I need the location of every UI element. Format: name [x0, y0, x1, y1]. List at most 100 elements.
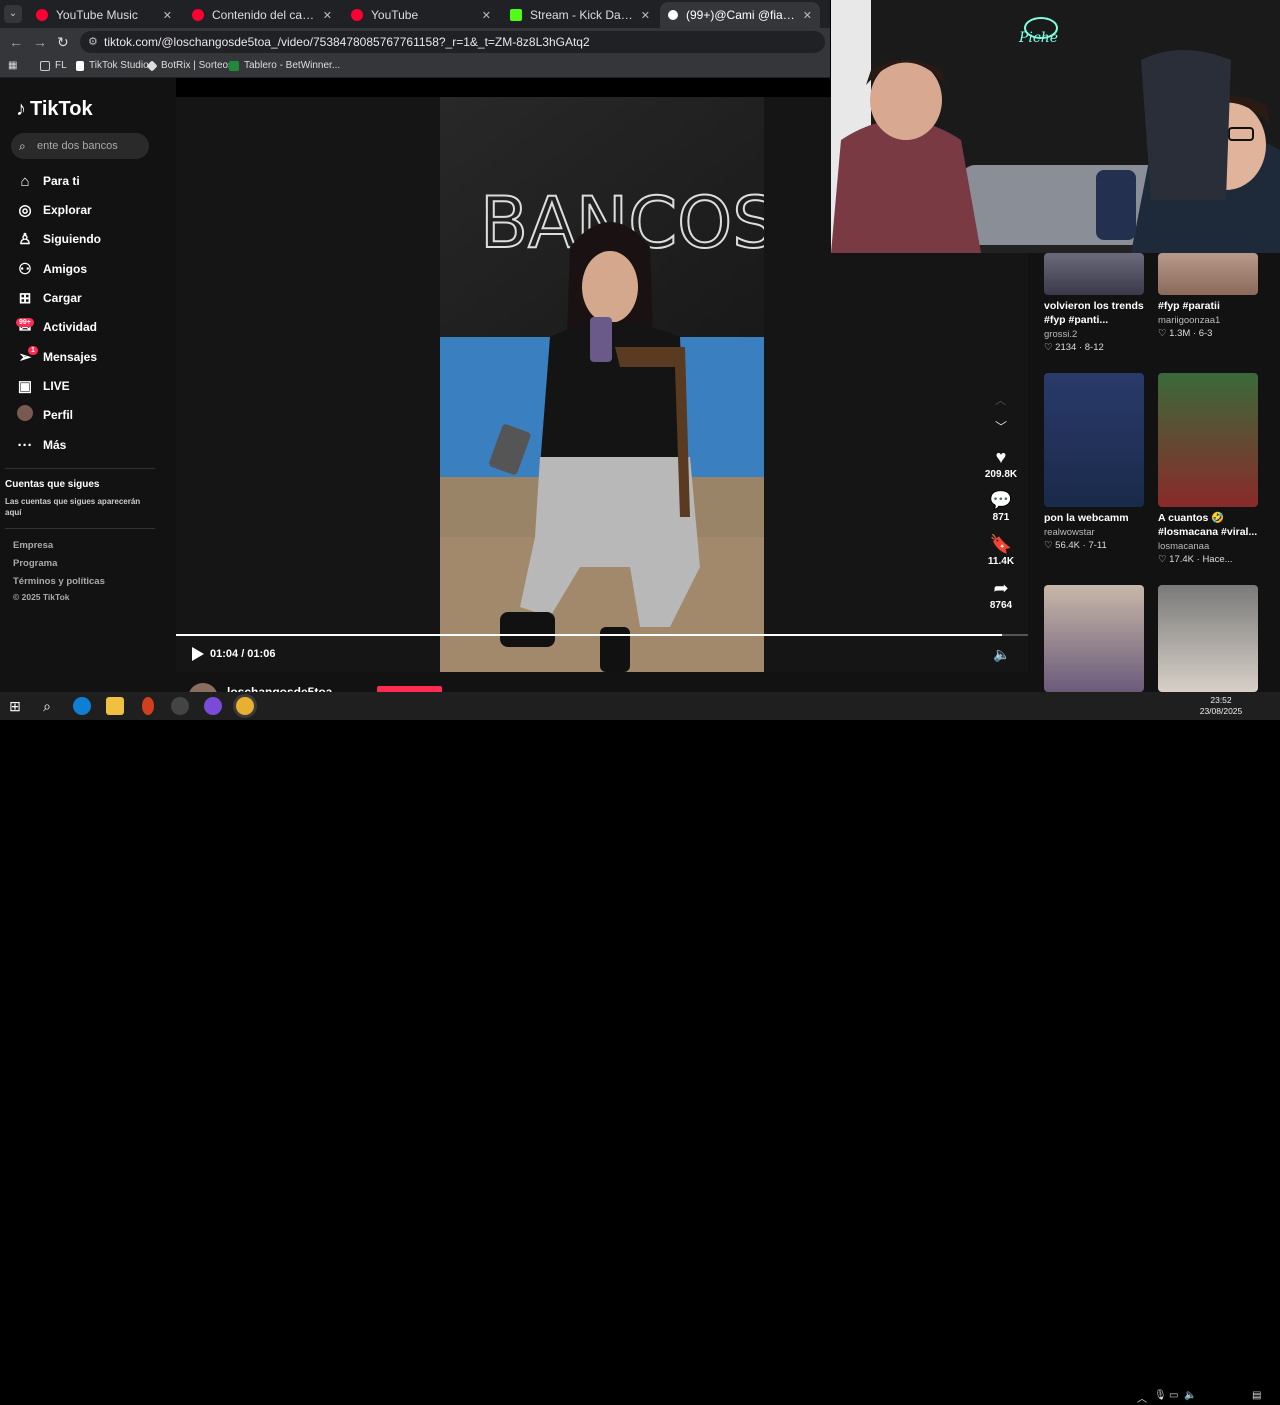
- start-icon[interactable]: ⊞: [6, 697, 24, 715]
- tray-chevron-icon[interactable]: ︿: [1137, 1390, 1147, 1405]
- divider: [5, 468, 155, 469]
- forward-arrow-icon[interactable]: →: [33, 34, 47, 50]
- edge-icon[interactable]: [73, 697, 91, 715]
- video-content: BANCOS: [440, 97, 764, 672]
- nav-label: Para ti: [43, 174, 80, 188]
- bookmark-item[interactable]: TikTok Studio: [76, 60, 149, 71]
- nav-item-explorar[interactable]: ◎ Explorar: [16, 199, 91, 221]
- heart-icon: ♥: [995, 447, 1007, 467]
- browser-tab-active[interactable]: (99+)@Cami @fiamii💗 🌍 ✕: [660, 2, 820, 28]
- nav-item-amigos[interactable]: ⚇ Amigos: [16, 258, 87, 280]
- reload-icon[interactable]: ↻: [57, 34, 69, 51]
- video-thumbnail: [1044, 373, 1144, 507]
- share-count: 8764: [989, 600, 1013, 611]
- clock-date: 23/08/2025: [1199, 706, 1243, 716]
- footer-link-terminos[interactable]: Términos y políticas: [13, 576, 105, 587]
- like-button[interactable]: ♥ 209.8K: [980, 447, 1022, 480]
- bookmark-item[interactable]: BotRix | Sorteos: [146, 59, 233, 72]
- following-section-title: Cuentas que sigues: [5, 479, 100, 490]
- file-explorer-icon[interactable]: [106, 697, 124, 715]
- footer-link-programa[interactable]: Programa: [13, 558, 57, 569]
- friends-icon: ⚇: [18, 261, 32, 278]
- card-user: realwowstar: [1044, 527, 1095, 538]
- nav-item-live[interactable]: ▣ LIVE: [16, 375, 70, 397]
- video-time: 01:04 / 01:06: [210, 648, 276, 660]
- tab-search-button[interactable]: ⌄: [4, 5, 22, 23]
- card-title: pon la webcamm: [1044, 512, 1129, 524]
- save-button[interactable]: 🔖 11.4K: [980, 534, 1022, 567]
- browser-tab[interactable]: Contenido del canal - YouTube ✕: [184, 2, 340, 28]
- speaker-icon[interactable]: 🔈: [1184, 1390, 1196, 1401]
- play-icon[interactable]: [191, 646, 205, 662]
- video-progress-bar[interactable]: [176, 634, 1028, 636]
- tiktok-note-icon: ♪: [16, 98, 26, 120]
- heart-icon: ♡: [1044, 540, 1056, 551]
- neon-sign: Piche: [1018, 30, 1058, 46]
- nav-item-siguiendo[interactable]: ♙ Siguiendo: [16, 228, 101, 250]
- previous-video-icon[interactable]: ︿: [995, 392, 1006, 408]
- logo-text: TikTok: [30, 98, 93, 120]
- nav-item-mas[interactable]: ··· Más: [16, 434, 67, 456]
- search-input[interactable]: ⌕ ente dos bancos: [11, 133, 149, 159]
- profile-icon: [16, 405, 34, 425]
- browser-tab[interactable]: YouTube Music ✕: [28, 2, 180, 28]
- nav-label: Más: [43, 438, 67, 452]
- video-thumbnail: [1158, 585, 1258, 692]
- close-icon[interactable]: ✕: [641, 9, 650, 22]
- nav-item-para-ti[interactable]: ⌂ Para ti: [16, 170, 80, 192]
- youtube-icon: [192, 9, 204, 21]
- bookmark-label: Tablero - BetWinner...: [244, 60, 341, 71]
- bookmark-folder[interactable]: FL: [40, 60, 67, 71]
- app-icon[interactable]: [204, 697, 222, 715]
- apps-grid-icon[interactable]: ▦: [8, 60, 17, 71]
- compass-icon: ◎: [18, 202, 32, 219]
- card-date: 6-3: [1198, 328, 1213, 339]
- recommended-card[interactable]: pon la webcamm realwowstar ♡ 56.4K · 7-1…: [1044, 373, 1154, 551]
- browser-tab[interactable]: YouTube ✕: [343, 2, 499, 28]
- heart-icon: ♡: [1044, 342, 1056, 353]
- close-icon[interactable]: ✕: [163, 9, 172, 22]
- browser-tab-bar: ⌄ YouTube Music ✕ Contenido del canal - …: [0, 0, 830, 28]
- comment-count: 871: [992, 512, 1010, 523]
- mic-icon[interactable]: 🎙: [1154, 1390, 1167, 1401]
- recommended-card[interactable]: #fyp #paratii mariigoonzaa1 ♡ 1.3M · 6-3: [1158, 253, 1268, 339]
- recommended-card[interactable]: volvieron los trends #fyp #panti... gros…: [1044, 253, 1154, 353]
- obs-icon[interactable]: [171, 697, 189, 715]
- site-info-icon[interactable]: ⚙: [88, 31, 98, 53]
- card-title: #fyp #paratii: [1158, 300, 1220, 312]
- taskbar-clock[interactable]: 23:52 23/08/2025: [1196, 695, 1246, 717]
- url-field[interactable]: ⚙ tiktok.com/@loschangosde5toa_/video/75…: [80, 31, 825, 53]
- back-arrow-icon[interactable]: ←: [9, 34, 23, 50]
- search-icon: ⌕: [19, 139, 26, 153]
- nav-item-perfil[interactable]: Perfil: [16, 404, 73, 426]
- footer-link-empresa[interactable]: Empresa: [13, 540, 53, 551]
- search-icon[interactable]: ⌕: [38, 697, 56, 715]
- following-icon: ♙: [18, 231, 32, 248]
- recommended-card[interactable]: [1044, 585, 1144, 692]
- recommended-card[interactable]: A cuantos 🤣 #losmacana #viral... losmaca…: [1158, 373, 1268, 565]
- notifications-icon[interactable]: ▤: [1252, 1390, 1261, 1401]
- bookmark-item[interactable]: Tablero - BetWinner...: [229, 60, 340, 71]
- nav-label: Siguiendo: [43, 232, 101, 246]
- network-icon[interactable]: ▭: [1169, 1390, 1178, 1401]
- tiktok-icon: [76, 60, 84, 71]
- card-likes: 1.3M: [1169, 328, 1191, 339]
- tiktok-logo[interactable]: ♪ TikTok: [16, 98, 93, 121]
- recommended-card[interactable]: [1158, 585, 1258, 692]
- browser-tab[interactable]: Stream - Kick Dashboard ✕: [502, 2, 658, 28]
- video-frame[interactable]: BANCOS: [440, 97, 764, 672]
- close-icon[interactable]: ✕: [482, 9, 491, 22]
- bookmarks-bar: ▦ FL TikTok Studio BotRix | Sorteos Tabl…: [0, 56, 830, 78]
- app-icon[interactable]: [142, 697, 154, 715]
- card-likes: 17.4K: [1169, 554, 1194, 565]
- card-stats: ♡ 2134 · 8-12: [1044, 342, 1104, 353]
- nav-item-cargar[interactable]: ⊞ Cargar: [16, 287, 82, 309]
- chrome-icon[interactable]: [236, 697, 254, 715]
- close-icon[interactable]: ✕: [803, 9, 812, 22]
- messages-badge: 1: [28, 346, 38, 355]
- volume-icon[interactable]: 🔈: [993, 646, 1010, 663]
- close-icon[interactable]: ✕: [323, 9, 332, 22]
- next-video-icon[interactable]: ﹀: [995, 418, 1007, 435]
- comment-button[interactable]: 💬 871: [980, 490, 1022, 523]
- share-button[interactable]: ➦ 8764: [980, 578, 1022, 611]
